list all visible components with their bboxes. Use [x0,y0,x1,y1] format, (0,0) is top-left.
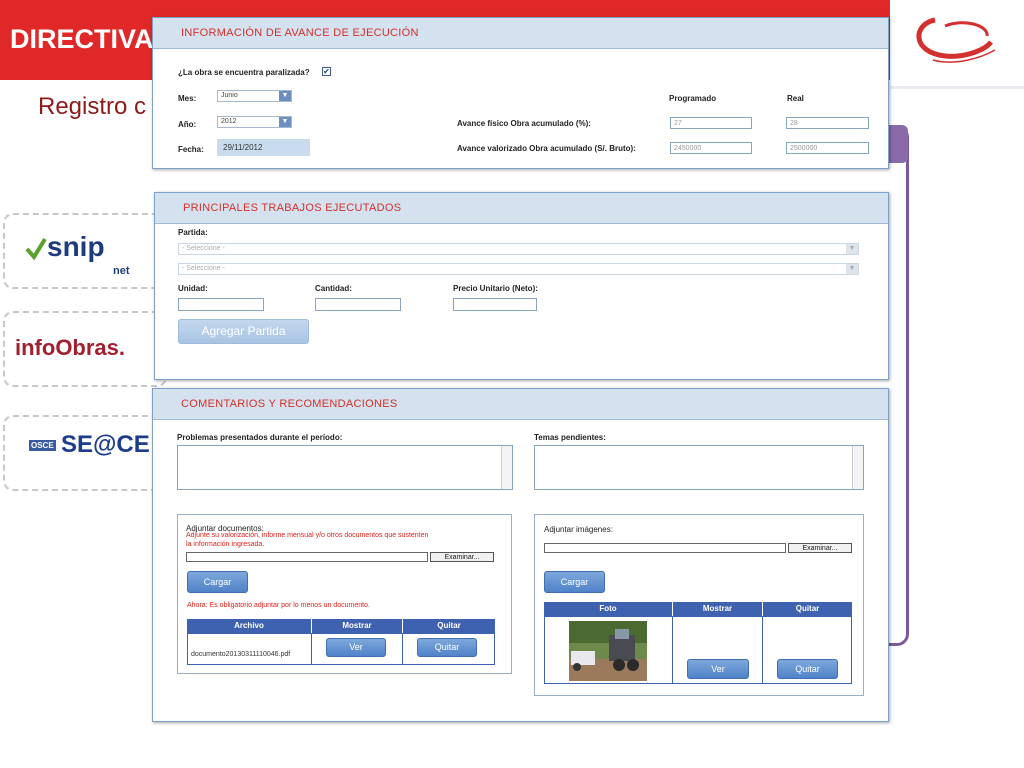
chevron-down-icon: ▼ [279,91,291,101]
fecha-field[interactable]: 29/11/2012 [217,139,310,156]
osce-logo-text: OSCE [29,440,56,451]
col-quitar-header: Quitar [403,619,495,633]
snip-logo-box: snip net [3,213,167,289]
trabajos-panel-title: PRINCIPALES TRABAJOS EJECUTADOS [183,202,402,214]
slide-subtitle: Registro c [38,93,147,120]
chevron-down-icon: ▼ [846,264,858,274]
snip-net-text: net [113,265,130,277]
infoobras-logo-box: infoObras. [3,311,167,387]
cantidad-label: Cantidad: [315,284,352,293]
chevron-down-icon: ▼ [279,117,291,127]
quitar-cell: Quitar [402,633,495,665]
programado-header: Programado [669,94,717,103]
partida-select-2[interactable]: - Seleccione - ▼ [178,263,859,275]
chevron-down-icon: ▼ [846,244,858,254]
checkmark-icon [25,237,47,261]
fisico-real-field[interactable]: 28 [786,117,869,129]
imagen-ver-button[interactable]: Ver [687,659,749,679]
agregar-partida-button[interactable]: Agregar Partida [178,319,309,344]
col-foto-header: Foto [544,602,672,616]
snip-logo-text: snip [47,231,105,262]
documentos-box: Adjuntar documentos: Adjunte su valoriza… [177,514,512,674]
col-archivo-header: Archivo [187,619,311,633]
anio-value: 2012 [221,118,237,125]
mes-select[interactable]: Junio ▼ [217,90,292,102]
mostrar-cell: Ver [672,616,763,684]
comentarios-panel: COMENTARIOS Y RECOMENDACIONES Problemas … [152,388,889,722]
infoobras-logo-text: infoObras. [15,335,126,360]
temas-label: Temas pendientes: [534,433,606,442]
partida-select-1-value: - Seleccione - [182,245,225,252]
imagen-cargar-button[interactable]: Cargar [544,571,605,593]
quitar-cell: Quitar [762,616,852,684]
slide-title: DIRECTIVA [10,24,154,54]
comentarios-panel-title: COMENTARIOS Y RECOMENDACIONES [181,398,398,410]
header-divider [890,86,1024,89]
documentos-hint-line1: Adjunte su valorización, informe mensual… [186,532,429,539]
avance-fisico-label: Avance físico Obra acumulado (%): [457,119,591,128]
documento-examinar-button[interactable]: Examinar... [430,552,494,562]
imagen-quitar-button[interactable]: Quitar [777,659,838,679]
partida-select-2-value: - Seleccione - [182,265,225,272]
problemas-label: Problemas presentados durante el período… [177,433,343,442]
seace-logo-text: SE@CE [61,431,150,458]
mostrar-cell: Ver [311,633,403,665]
avance-panel: INFORMACIÓN DE AVANCE DE EJECUCIÓN ¿La o… [152,17,889,169]
scrollbar[interactable] [852,446,863,489]
anio-select[interactable]: 2012 ▼ [217,116,292,128]
archivo-name[interactable]: documento20130311110046.pdf [191,651,290,658]
cantidad-field[interactable] [315,298,401,311]
documentos-hint-line2: la información ingresada. [186,541,265,548]
mes-label: Mes: [178,94,197,103]
fecha-label: Fecha: [178,145,204,154]
brand-logo-icon [916,17,996,63]
avance-panel-title: INFORMACIÓN DE AVANCE DE EJECUCIÓN [181,27,419,39]
col-mostrar-header: Mostrar [673,602,762,616]
avance-valorizado-label: Avance valorizado Obra acumulado (S/. Br… [457,144,636,153]
avance-panel-header: INFORMACIÓN DE AVANCE DE EJECUCIÓN [153,18,888,49]
construction-photo-thumbnail[interactable] [569,621,647,681]
unidad-label: Unidad: [178,284,208,293]
table-row [544,616,673,684]
seace-logo-box: OSCE SE@CE [3,415,167,491]
documento-file-input[interactable] [186,552,428,562]
documento-cargar-button[interactable]: Cargar [187,571,248,593]
fisico-programado-field[interactable]: 27 [670,117,752,129]
temas-textarea[interactable] [534,445,864,490]
partida-select-1[interactable]: - Seleccione - ▼ [178,243,859,255]
paralizada-checkbox[interactable]: ✔ [322,67,331,76]
anio-label: Año: [178,120,197,129]
documentos-warning: Ahora: Es obligatorio adjuntar por lo me… [187,602,370,609]
valorizado-real-field[interactable]: 2500000 [786,142,869,154]
mes-value: Junio [221,92,238,99]
unidad-field[interactable] [178,298,264,311]
trabajos-panel: PRINCIPALES TRABAJOS EJECUTADOS Partida:… [154,192,889,380]
imagen-examinar-button[interactable]: Examinar... [788,543,852,553]
col-quitar-header: Quitar [763,602,852,616]
precio-field[interactable] [453,298,537,311]
trabajos-panel-header: PRINCIPALES TRABAJOS EJECUTADOS [155,193,888,224]
scrollbar[interactable] [501,446,512,489]
documento-ver-button[interactable]: Ver [326,638,386,657]
precio-label: Precio Unitario (Neto): [453,284,538,293]
comentarios-panel-header: COMENTARIOS Y RECOMENDACIONES [153,389,888,420]
imagen-file-input[interactable] [544,543,786,553]
table-row: documento20130311110046.pdf [187,633,312,665]
adjuntar-imagenes-label: Adjuntar imágenes: [544,525,613,534]
partida-label: Partida: [178,228,208,237]
imagenes-box: Adjuntar imágenes: Examinar... Cargar Fo… [534,514,864,696]
documento-quitar-button[interactable]: Quitar [417,638,477,657]
valorizado-programado-field[interactable]: 2450000 [670,142,752,154]
paralizada-label: ¿La obra se encuentra paralizada? [178,68,310,77]
col-mostrar-header: Mostrar [312,619,402,633]
problemas-textarea[interactable] [177,445,513,490]
real-header: Real [787,94,804,103]
